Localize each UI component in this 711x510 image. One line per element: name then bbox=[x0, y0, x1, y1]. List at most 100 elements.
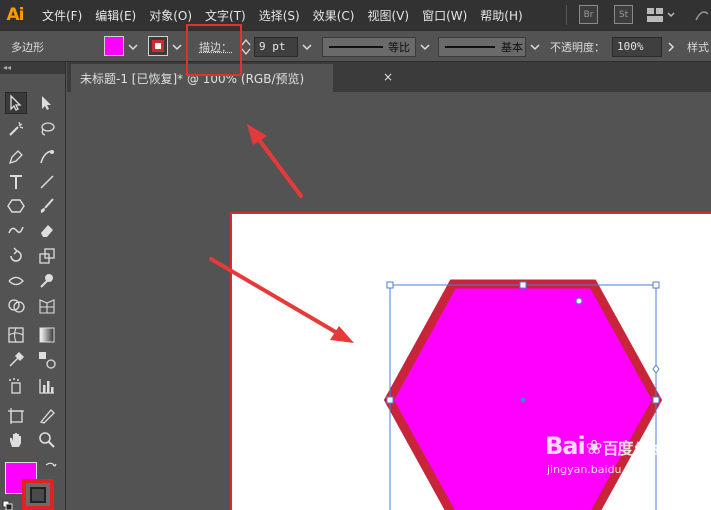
paintbrush-tool[interactable] bbox=[36, 195, 58, 217]
chevron-down-icon[interactable] bbox=[302, 42, 312, 52]
variable-width-profile[interactable]: 等比 bbox=[322, 37, 416, 57]
eyedropper-icon bbox=[9, 351, 25, 367]
symbol-sprayer-icon bbox=[9, 378, 21, 394]
zoom-tool[interactable] bbox=[36, 429, 58, 451]
hexagon-shape[interactable] bbox=[383, 279, 663, 510]
polygon-icon bbox=[7, 199, 25, 213]
stepper-icon[interactable] bbox=[241, 37, 251, 57]
menu-window[interactable]: 窗口(W) bbox=[422, 7, 467, 24]
width-tool[interactable] bbox=[5, 270, 27, 292]
pin-icon bbox=[40, 274, 53, 288]
selection-handle[interactable] bbox=[519, 281, 527, 289]
brush-label: 基本 bbox=[501, 41, 523, 54]
brush-definition[interactable]: 基本 bbox=[438, 37, 526, 57]
rotate-tool[interactable] bbox=[5, 245, 27, 267]
lasso-tool[interactable] bbox=[36, 118, 58, 140]
column-graph-icon bbox=[39, 379, 54, 394]
menu-items: 文件(F) 编辑(E) 对象(O) 文字(T) 选择(S) 效果(C) 视图(V… bbox=[42, 7, 536, 24]
rotate-icon bbox=[10, 247, 22, 262]
menu-type[interactable]: 文字(T) bbox=[205, 7, 246, 24]
chevron-right-icon[interactable] bbox=[666, 42, 676, 52]
control-bar: 多边形 描边： 9 pt 等比 基本 不透明度： 100% 样式 bbox=[0, 24, 711, 76]
eyedropper-tool[interactable] bbox=[5, 349, 27, 371]
object-type-label: 多边形 bbox=[11, 41, 44, 54]
menu-effect[interactable]: 效果(C) bbox=[313, 7, 355, 24]
workspace-layout-button[interactable] bbox=[646, 7, 676, 23]
menu-select[interactable]: 选择(S) bbox=[259, 7, 300, 24]
chevron-down-icon[interactable] bbox=[128, 42, 138, 52]
direct-selection-tool[interactable] bbox=[36, 92, 58, 114]
hand-tool[interactable] bbox=[5, 429, 27, 451]
line-icon bbox=[40, 175, 54, 189]
canvas[interactable]: Bai ❀ 百度 经验 jingyan.baidu.com bbox=[67, 92, 711, 510]
gradient-tool[interactable] bbox=[36, 324, 58, 346]
scale-tool[interactable] bbox=[36, 245, 58, 267]
annotation-arrow-right bbox=[209, 257, 354, 343]
slice-icon bbox=[39, 409, 55, 424]
artboard-tool[interactable] bbox=[5, 405, 27, 427]
shaper-icon bbox=[8, 226, 24, 234]
lasso-icon bbox=[41, 122, 55, 136]
document-tab-bar: 未标题-1 [已恢复]* @ 100% (RGB/预览) × bbox=[67, 62, 711, 92]
selection-tool[interactable] bbox=[5, 92, 27, 114]
gradient-icon bbox=[39, 327, 55, 343]
opacity-input[interactable]: 100% bbox=[612, 37, 662, 57]
blend-icon bbox=[39, 352, 56, 369]
opacity-label[interactable]: 不透明度： bbox=[550, 39, 605, 55]
selection-handle[interactable] bbox=[652, 396, 660, 404]
puppet-warp-tool[interactable] bbox=[36, 270, 58, 292]
profile-label: 等比 bbox=[388, 41, 410, 54]
paw-icon: ❀ bbox=[585, 435, 603, 459]
baidu-watermark: Bai ❀ 百度 经验 jingyan.baidu.com bbox=[545, 432, 664, 476]
close-icon[interactable]: × bbox=[383, 70, 393, 84]
shape-builder-tool[interactable] bbox=[5, 295, 27, 317]
column-graph-tool[interactable] bbox=[36, 375, 58, 397]
pen-icon bbox=[8, 150, 23, 165]
grid-icon bbox=[647, 8, 675, 22]
search-icon[interactable] bbox=[694, 6, 710, 22]
paintbrush-icon bbox=[40, 198, 54, 213]
curvature-tool[interactable] bbox=[36, 146, 58, 168]
type-tool[interactable] bbox=[5, 171, 27, 193]
pen-tool[interactable] bbox=[5, 146, 27, 168]
perspective-grid-tool[interactable] bbox=[36, 295, 58, 317]
menu-object[interactable]: 对象(O) bbox=[149, 7, 192, 24]
menu-view[interactable]: 视图(V) bbox=[367, 7, 409, 24]
stroke-color-box[interactable] bbox=[22, 479, 54, 510]
eraser-tool[interactable] bbox=[36, 219, 58, 241]
watermark-sub: 经验 bbox=[634, 442, 664, 458]
shaper-tool[interactable] bbox=[5, 219, 27, 241]
default-colors-icon[interactable] bbox=[2, 500, 14, 510]
corner-widget[interactable] bbox=[575, 297, 583, 305]
polygon-sides-widget[interactable] bbox=[652, 364, 660, 374]
style-label[interactable]: 样式 bbox=[687, 39, 709, 55]
app-logo: Ai bbox=[6, 5, 25, 25]
fill-swatch[interactable] bbox=[104, 36, 124, 56]
magic-wand-tool[interactable] bbox=[5, 118, 27, 140]
watermark-brand-suffix: 百度 bbox=[602, 439, 633, 458]
polygon-tool[interactable] bbox=[5, 195, 27, 217]
symbol-sprayer-tool[interactable] bbox=[5, 375, 27, 397]
chevron-down-icon[interactable] bbox=[420, 42, 430, 52]
blend-tool[interactable] bbox=[36, 349, 58, 371]
slice-tool[interactable] bbox=[36, 405, 58, 427]
swap-icon[interactable] bbox=[44, 461, 58, 475]
perspective-grid-icon bbox=[39, 299, 55, 314]
bridge-button[interactable]: Br bbox=[579, 5, 598, 24]
selection-handle[interactable] bbox=[386, 281, 394, 289]
mesh-tool[interactable] bbox=[5, 324, 27, 346]
stock-button[interactable]: St bbox=[614, 5, 633, 24]
panel-collapse-button[interactable]: ◂◂ bbox=[0, 62, 65, 74]
menu-edit[interactable]: 编辑(E) bbox=[95, 7, 136, 24]
chevron-down-icon[interactable] bbox=[172, 42, 182, 52]
menu-file[interactable]: 文件(F) bbox=[42, 7, 82, 24]
watermark-logo: Bai ❀ 百度 经验 bbox=[545, 432, 664, 460]
chevron-down-icon[interactable] bbox=[530, 42, 540, 52]
selection-handle[interactable] bbox=[386, 396, 394, 404]
stroke-weight-input[interactable]: 9 pt bbox=[254, 37, 298, 57]
stroke-swatch[interactable] bbox=[148, 36, 168, 56]
selection-handle[interactable] bbox=[652, 281, 660, 289]
menu-help[interactable]: 帮助(H) bbox=[480, 7, 522, 24]
zoom-icon bbox=[39, 432, 55, 448]
line-segment-tool[interactable] bbox=[36, 171, 58, 193]
